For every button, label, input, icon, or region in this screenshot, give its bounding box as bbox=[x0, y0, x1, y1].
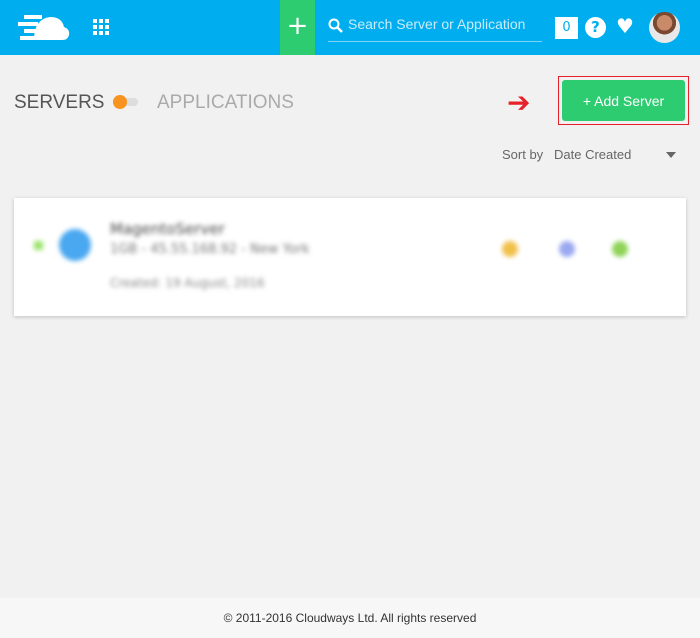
sort-label: Sort by bbox=[502, 147, 544, 162]
server-card[interactable]: MagentoServer 1GB - 45.55.168.92 - New Y… bbox=[14, 198, 686, 316]
add-server-button[interactable]: + Add Server bbox=[562, 80, 685, 121]
server-created: Created: 19 August, 2016 bbox=[110, 276, 265, 290]
apps-grid-icon[interactable] bbox=[93, 19, 109, 35]
server-info: 1GB - 45.55.168.92 - New York bbox=[110, 242, 310, 257]
help-icon[interactable]: ? bbox=[585, 17, 606, 38]
status-indicator bbox=[34, 241, 43, 250]
files-icon[interactable] bbox=[559, 241, 575, 257]
server-provider-icon bbox=[59, 229, 91, 261]
top-bar: + 0 ? ♥ bbox=[0, 0, 700, 55]
avatar[interactable] bbox=[649, 12, 680, 43]
servers-applications-toggle[interactable] bbox=[113, 95, 138, 109]
notification-count[interactable]: 0 bbox=[555, 17, 578, 39]
footer-copyright: © 2011-2016 Cloudways Ltd. All rights re… bbox=[0, 598, 700, 638]
search-icon bbox=[328, 18, 343, 33]
users-icon[interactable] bbox=[612, 241, 628, 257]
tab-servers[interactable]: SERVERS bbox=[14, 92, 104, 114]
arrow-right-icon: ➔ bbox=[507, 86, 531, 119]
www-icon[interactable] bbox=[502, 241, 518, 257]
add-server-highlight: + Add Server bbox=[558, 76, 689, 125]
heart-icon[interactable]: ♥ bbox=[616, 14, 634, 38]
sort-select[interactable]: Date Created bbox=[554, 147, 631, 162]
cloudways-logo[interactable] bbox=[18, 13, 70, 41]
search-box bbox=[328, 12, 542, 42]
chevron-down-icon[interactable] bbox=[666, 152, 676, 158]
search-input[interactable] bbox=[348, 16, 538, 32]
server-name[interactable]: MagentoServer bbox=[110, 220, 225, 238]
tab-applications[interactable]: APPLICATIONS bbox=[157, 92, 294, 114]
quick-add-button[interactable]: + bbox=[280, 0, 315, 55]
